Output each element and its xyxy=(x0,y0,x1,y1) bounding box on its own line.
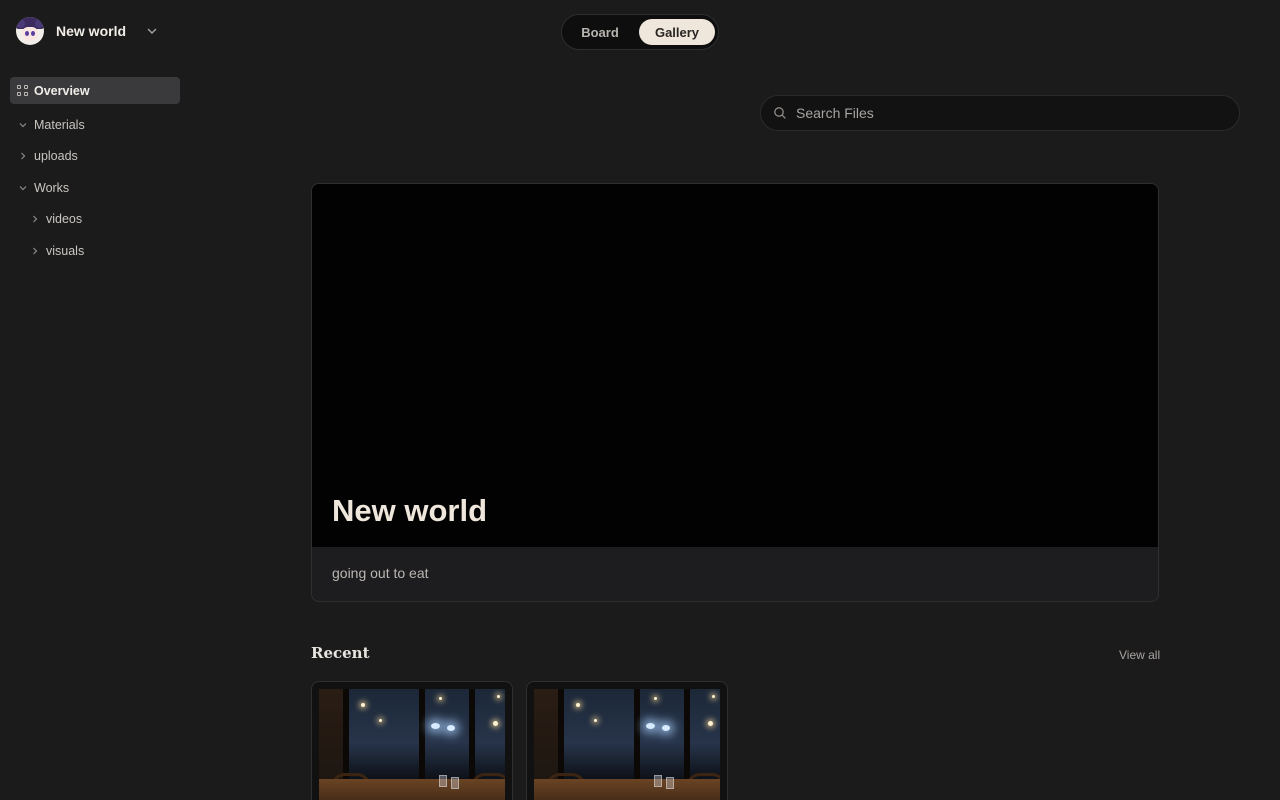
view-all-link[interactable]: View all xyxy=(1119,648,1160,662)
sidebar-item-label: Works xyxy=(34,181,70,195)
sidebar-item-works[interactable]: Works xyxy=(18,178,69,198)
search-bar[interactable] xyxy=(760,95,1240,131)
hero-banner: New world xyxy=(312,184,1158,547)
chevron-down-icon[interactable] xyxy=(146,25,158,37)
chevron-down-icon[interactable] xyxy=(18,120,28,130)
sidebar-item-materials[interactable]: Materials xyxy=(18,115,85,135)
sidebar-item-label: uploads xyxy=(34,149,78,163)
thumbnail-image xyxy=(319,689,505,800)
view-toggle: Board Gallery xyxy=(561,14,719,50)
hero-description: going out to eat xyxy=(332,565,429,581)
workspace-avatar xyxy=(16,17,44,45)
sidebar-item-label: Materials xyxy=(34,118,85,132)
workspace-switcher[interactable]: New world xyxy=(16,17,166,45)
sidebar-item-label: videos xyxy=(46,212,83,226)
recent-thumbnail[interactable] xyxy=(526,681,728,800)
recent-thumbnail[interactable] xyxy=(311,681,513,800)
sidebar-item-uploads[interactable]: uploads xyxy=(18,146,78,166)
chevron-right-icon[interactable] xyxy=(18,151,28,161)
workspace-name: New world xyxy=(56,23,127,39)
sidebar-item-label: Overview xyxy=(34,83,90,98)
grid-icon xyxy=(17,85,28,96)
project-hero-card[interactable]: New world going out to eat xyxy=(311,183,1159,602)
tab-gallery[interactable]: Gallery xyxy=(639,19,715,45)
tab-board[interactable]: Board xyxy=(568,19,632,45)
sidebar-item-visuals[interactable]: visuals xyxy=(30,241,84,261)
chevron-right-icon[interactable] xyxy=(30,214,40,224)
hero-title: New world xyxy=(332,493,488,528)
search-icon xyxy=(774,107,786,119)
sidebar-item-videos[interactable]: videos xyxy=(30,209,82,229)
chevron-right-icon[interactable] xyxy=(30,246,40,256)
chevron-down-icon[interactable] xyxy=(18,183,28,193)
thumbnail-image xyxy=(534,689,720,800)
recent-section-title: Recent xyxy=(311,644,370,662)
sidebar-item-overview[interactable]: Overview xyxy=(10,77,180,104)
search-input[interactable] xyxy=(796,105,1216,121)
sidebar-item-label: visuals xyxy=(46,244,85,258)
sidebar: New world Overview Materials uploads Wor… xyxy=(0,0,190,800)
